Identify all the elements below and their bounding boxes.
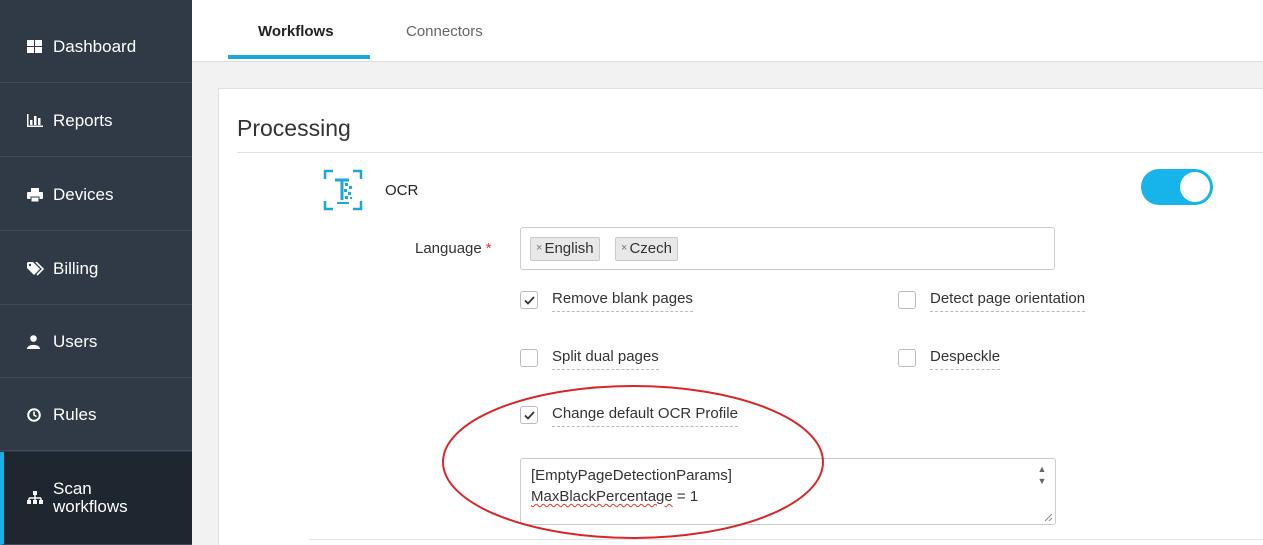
sidebar-item-label: Rules xyxy=(53,404,97,424)
sidebar-item-label: Billing xyxy=(53,258,99,278)
divider xyxy=(237,152,1263,153)
textarea-scroll-arrows[interactable]: ▲ ▼ xyxy=(1037,463,1047,487)
user-icon xyxy=(27,334,49,349)
scroll-up-icon[interactable]: ▲ xyxy=(1037,463,1047,475)
checkbox-box[interactable] xyxy=(898,349,916,367)
checkbox-box[interactable] xyxy=(520,406,538,424)
divider xyxy=(309,539,1263,540)
textarea-line: MaxBlackPercentage = 1 xyxy=(531,488,699,505)
remove-tag-icon[interactable]: × xyxy=(536,242,542,254)
page-title: Processing xyxy=(237,115,351,141)
sidebar-item-label: Users xyxy=(53,331,98,351)
sidebar: Dashboard Reports Devices Billing Users … xyxy=(0,0,192,545)
sidebar-item-scan-workflows[interactable]: Scan workflows xyxy=(0,452,192,545)
checkbox-label: Remove blank pages xyxy=(552,290,693,312)
check-icon xyxy=(523,410,535,420)
remove-tag-icon[interactable]: × xyxy=(621,242,627,254)
tags-icon xyxy=(27,261,49,276)
checkbox-box[interactable] xyxy=(520,291,538,309)
printer-icon xyxy=(27,187,49,202)
despeckle-checkbox[interactable]: Despeckle xyxy=(898,348,1001,370)
ocr-profile-textarea[interactable]: [EmptyPageDetectionParams] MaxBlackPerce… xyxy=(520,458,1056,525)
checkbox-label: Despeckle xyxy=(930,348,1001,370)
sidebar-item-label: Scan workflows xyxy=(53,479,128,516)
tab-bar: Workflows Connectors xyxy=(192,0,1263,62)
sidebar-item-rules[interactable]: Rules xyxy=(0,379,192,451)
language-tag-english: × English xyxy=(530,237,600,261)
tab-workflows[interactable]: Workflows xyxy=(258,23,334,40)
sidebar-item-billing[interactable]: Billing xyxy=(0,233,192,305)
required-mark: * xyxy=(485,240,492,257)
active-tab-indicator xyxy=(228,55,370,59)
ocr-toggle[interactable] xyxy=(1141,169,1213,205)
resize-handle-icon[interactable] xyxy=(1043,512,1053,522)
bar-chart-icon xyxy=(27,114,49,127)
check-icon xyxy=(523,295,535,305)
grid-icon xyxy=(27,40,49,53)
sidebar-item-label: Dashboard xyxy=(53,36,137,56)
checkbox-label: Detect page orientation xyxy=(930,290,1086,312)
ocr-label: OCR xyxy=(385,182,419,199)
sidebar-item-label: Devices xyxy=(53,184,114,204)
checkbox-label: Split dual pages xyxy=(552,348,659,370)
sitemap-icon xyxy=(27,491,49,505)
checkbox-box[interactable] xyxy=(520,349,538,367)
change-default-ocr-profile-checkbox[interactable]: Change default OCR Profile xyxy=(520,405,738,427)
sidebar-item-reports[interactable]: Reports xyxy=(0,85,192,157)
textarea-line: [EmptyPageDetectionParams] xyxy=(531,467,732,484)
language-label: Language * xyxy=(415,240,492,257)
spellcheck-word: MaxBlackPercentage xyxy=(531,488,673,505)
remove-blank-pages-checkbox[interactable]: Remove blank pages xyxy=(520,290,693,312)
language-tag-czech: × Czech xyxy=(615,237,678,261)
tab-connectors[interactable]: Connectors xyxy=(406,23,483,40)
detect-page-orientation-checkbox[interactable]: Detect page orientation xyxy=(898,290,1086,312)
sidebar-item-label: Reports xyxy=(53,110,113,130)
checkbox-box[interactable] xyxy=(898,291,916,309)
sidebar-item-dashboard[interactable]: Dashboard xyxy=(0,11,192,83)
language-multiselect[interactable]: × English × Czech xyxy=(520,227,1055,270)
checkbox-label: Change default OCR Profile xyxy=(552,405,738,427)
split-dual-pages-checkbox[interactable]: Split dual pages xyxy=(520,348,659,370)
ocr-scan-icon xyxy=(323,169,363,211)
scroll-down-icon[interactable]: ▼ xyxy=(1037,475,1047,487)
toggle-knob xyxy=(1180,172,1210,202)
sidebar-item-devices[interactable]: Devices xyxy=(0,159,192,231)
sidebar-item-users[interactable]: Users xyxy=(0,306,192,378)
clock-icon xyxy=(27,407,49,422)
processing-panel: Processing OCR Language * × English × Cze… xyxy=(218,88,1263,545)
